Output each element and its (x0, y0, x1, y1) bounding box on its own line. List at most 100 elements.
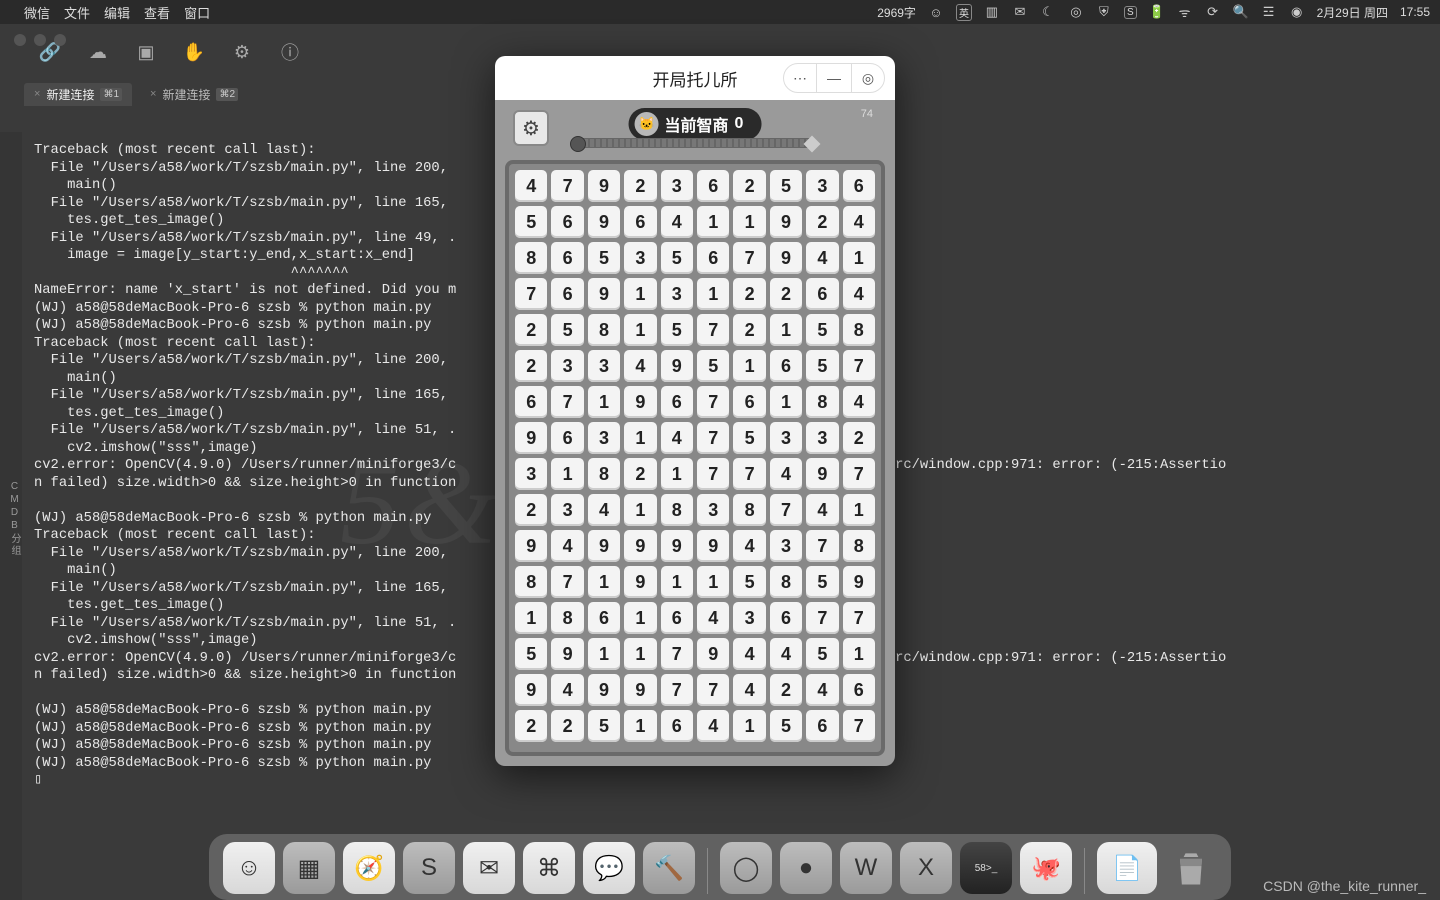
grid-cell[interactable]: 9 (661, 530, 693, 562)
grid-cell[interactable]: 7 (697, 674, 729, 706)
grid-cell[interactable]: 9 (624, 566, 656, 598)
moon-icon[interactable]: ☾ (1040, 4, 1056, 20)
tray-icon-1[interactable]: ▥ (984, 4, 1000, 20)
grid-cell[interactable]: 9 (697, 530, 729, 562)
grid-cell[interactable]: 3 (588, 422, 620, 454)
grid-cell[interactable]: 5 (770, 710, 802, 742)
grid-cell[interactable]: 2 (806, 206, 838, 238)
grid-cell[interactable]: 8 (843, 530, 875, 562)
menubar-date[interactable]: 2月29日 周四 (1317, 4, 1388, 21)
terminal-icon[interactable]: ▣ (136, 42, 156, 62)
dock-devtools-icon[interactable]: ⌘ (523, 842, 575, 894)
grid-cell[interactable]: 6 (770, 350, 802, 382)
tab-connection-1[interactable]: × 新建连接 ⌘1 (24, 83, 132, 106)
grid-cell[interactable]: 9 (515, 674, 547, 706)
grid-cell[interactable]: 9 (588, 170, 620, 202)
grid-cell[interactable]: 9 (843, 566, 875, 598)
grid-cell[interactable]: 8 (551, 602, 583, 634)
grid-cell[interactable]: 6 (697, 170, 729, 202)
grid-cell[interactable]: 1 (770, 386, 802, 418)
grid-cell[interactable]: 9 (661, 350, 693, 382)
grid-cell[interactable]: 6 (806, 278, 838, 310)
minimize-window-button[interactable] (34, 34, 46, 46)
grid-cell[interactable]: 2 (770, 674, 802, 706)
grid-cell[interactable]: 6 (806, 710, 838, 742)
wifi-icon[interactable]: ᯤ (1177, 4, 1193, 20)
dock-terminal-icon[interactable]: 58>_ (960, 842, 1012, 894)
slider-knob[interactable] (570, 136, 586, 152)
miniprogram-close-button[interactable]: ◎ (851, 63, 885, 93)
grid-cell[interactable]: 1 (551, 458, 583, 490)
miniprogram-more-button[interactable]: ⋯ (783, 63, 817, 93)
grid-cell[interactable]: 3 (806, 170, 838, 202)
sync-icon[interactable]: ⟳ (1205, 4, 1221, 20)
grid-cell[interactable]: 7 (697, 314, 729, 346)
grid-cell[interactable]: 1 (624, 710, 656, 742)
grid-cell[interactable]: 3 (588, 350, 620, 382)
grid-cell[interactable]: 4 (661, 206, 693, 238)
grid-cell[interactable]: 2 (624, 170, 656, 202)
grid-cell[interactable]: 8 (806, 386, 838, 418)
grid-cell[interactable]: 2 (843, 422, 875, 454)
grid-cell[interactable]: 2 (515, 710, 547, 742)
dock-chat-icon[interactable]: 💬 (583, 842, 635, 894)
grid-cell[interactable]: 9 (624, 530, 656, 562)
grid-cell[interactable]: 1 (733, 350, 765, 382)
grid-cell[interactable]: 5 (515, 638, 547, 670)
grid-cell[interactable]: 1 (624, 638, 656, 670)
grid-cell[interactable]: 6 (697, 242, 729, 274)
grid-cell[interactable]: 8 (515, 566, 547, 598)
grid-cell[interactable]: 1 (588, 566, 620, 598)
grid-cell[interactable]: 8 (515, 242, 547, 274)
creative-cloud-icon[interactable]: ◎ (1068, 4, 1084, 20)
grid-cell[interactable]: 6 (624, 206, 656, 238)
grid-cell[interactable]: 3 (515, 458, 547, 490)
miniprogram-minimize-button[interactable]: — (817, 63, 851, 93)
menubar-item-view[interactable]: 查看 (144, 3, 170, 22)
grid-cell[interactable]: 7 (551, 566, 583, 598)
grid-cell[interactable]: 7 (806, 602, 838, 634)
wechat-tray-icon[interactable]: ✉ (1012, 4, 1028, 20)
dock-trash-icon[interactable] (1165, 842, 1217, 894)
grid-cell[interactable]: 7 (551, 386, 583, 418)
grid-cell[interactable]: 4 (733, 638, 765, 670)
battery-icon[interactable]: 🔋 (1149, 4, 1165, 20)
game-settings-button[interactable]: ⚙ (513, 110, 549, 146)
info-icon[interactable]: ⓘ (280, 42, 300, 62)
grid-cell[interactable]: 5 (588, 710, 620, 742)
grid-cell[interactable]: 1 (843, 638, 875, 670)
grid-cell[interactable]: 5 (806, 638, 838, 670)
grid-cell[interactable]: 6 (843, 674, 875, 706)
grid-cell[interactable]: 9 (624, 386, 656, 418)
grid-cell[interactable]: 4 (843, 386, 875, 418)
grid-cell[interactable]: 7 (515, 278, 547, 310)
grid-cell[interactable]: 5 (733, 422, 765, 454)
grid-cell[interactable]: 4 (733, 674, 765, 706)
grid-cell[interactable]: 8 (588, 458, 620, 490)
grid-cell[interactable]: 3 (624, 242, 656, 274)
grid-cell[interactable]: 5 (806, 566, 838, 598)
grid-cell[interactable]: 3 (661, 278, 693, 310)
dock-excel-icon[interactable]: X (900, 842, 952, 894)
grid-cell[interactable]: 5 (806, 350, 838, 382)
dock-finder-icon[interactable]: ☺ (223, 842, 275, 894)
grid-cell[interactable]: 2 (733, 278, 765, 310)
grid-cell[interactable]: 2 (551, 710, 583, 742)
grid-cell[interactable]: 9 (588, 530, 620, 562)
grid-cell[interactable]: 7 (843, 602, 875, 634)
grid-cell[interactable]: 4 (515, 170, 547, 202)
dock-sublime-icon[interactable]: S (403, 842, 455, 894)
grid-cell[interactable]: 7 (770, 494, 802, 526)
close-tab-icon[interactable]: × (34, 88, 40, 100)
grid-cell[interactable]: 1 (624, 602, 656, 634)
grid-cell[interactable]: 5 (515, 206, 547, 238)
grid-cell[interactable]: 6 (661, 386, 693, 418)
grid-cell[interactable]: 9 (624, 674, 656, 706)
grid-cell[interactable]: 2 (624, 458, 656, 490)
grid-cell[interactable]: 9 (588, 278, 620, 310)
grid-cell[interactable]: 1 (697, 566, 729, 598)
grid-cell[interactable]: 1 (588, 638, 620, 670)
dock-xcode-icon[interactable]: 🔨 (643, 842, 695, 894)
grid-cell[interactable]: 1 (624, 494, 656, 526)
menubar-item-edit[interactable]: 编辑 (104, 3, 130, 22)
